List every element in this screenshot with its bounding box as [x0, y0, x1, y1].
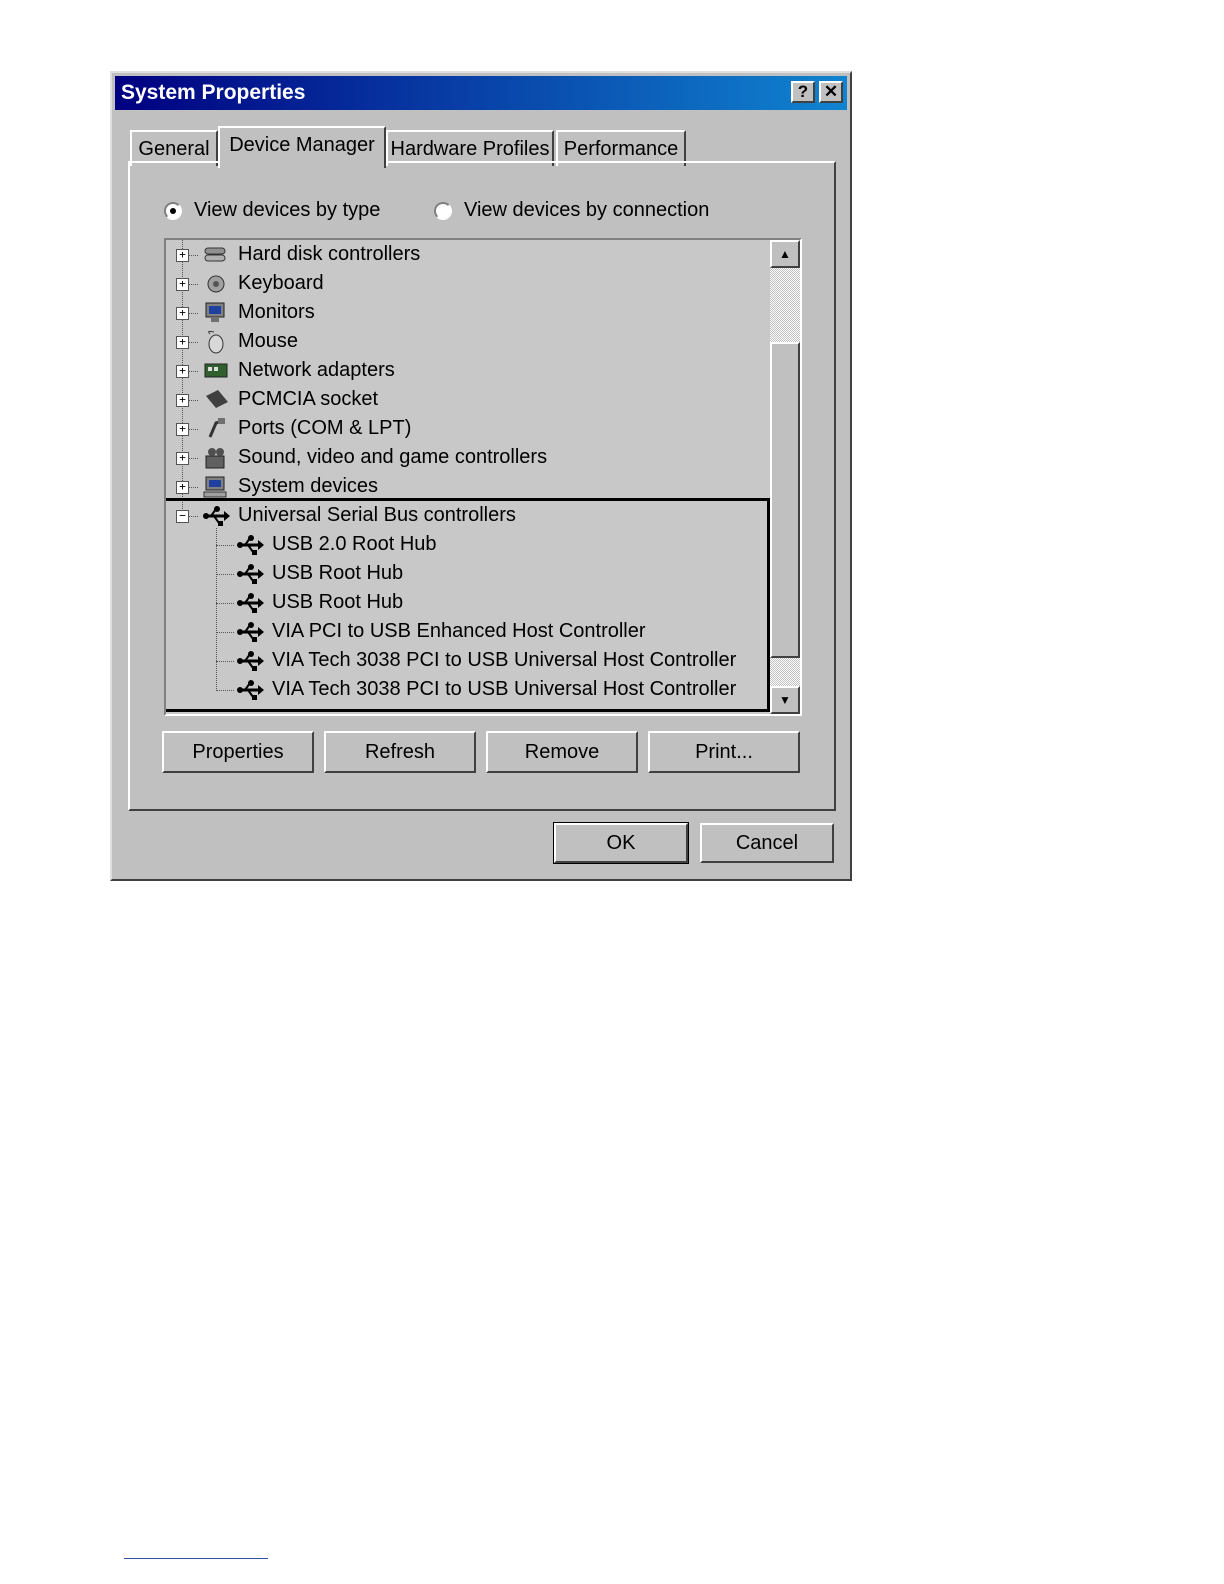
expand-icon[interactable]: +: [176, 481, 189, 494]
close-icon: ✕: [823, 82, 839, 101]
arrow-up-icon: ▲: [779, 247, 791, 261]
vertical-scrollbar[interactable]: ▲ ▼: [770, 240, 800, 714]
tab-general-label: General: [138, 138, 210, 160]
expand-icon[interactable]: +: [176, 365, 189, 378]
expand-icon[interactable]: +: [176, 394, 189, 407]
system-devices-icon: [202, 475, 230, 499]
remove-button[interactable]: Remove: [486, 731, 638, 773]
footer-rule: [124, 1558, 268, 1559]
tree-item-system-devices[interactable]: System devices: [238, 475, 378, 498]
tree-item-keyboard[interactable]: Keyboard: [238, 272, 324, 295]
tree-item-sound-video-and-game-controllers[interactable]: Sound, video and game controllers: [238, 446, 547, 469]
expand-icon[interactable]: +: [176, 307, 189, 320]
port-icon: [202, 417, 230, 441]
hard-disk-controller-icon: [202, 243, 230, 267]
print-button[interactable]: Print...: [648, 731, 800, 773]
ok-button[interactable]: OK: [553, 822, 689, 864]
title-bar: System Properties ? ✕: [115, 76, 847, 110]
tab-device-manager-label: Device Manager: [229, 134, 375, 156]
tree-item-pcmcia-socket[interactable]: PCMCIA socket: [238, 388, 378, 411]
monitor-icon: [202, 301, 230, 325]
expand-icon[interactable]: +: [176, 452, 189, 465]
tree-item-ports-com-lpt[interactable]: Ports (COM & LPT): [238, 417, 411, 440]
properties-button[interactable]: Properties: [162, 731, 314, 773]
tab-performance-label: Performance: [563, 138, 679, 160]
scroll-up-button[interactable]: ▲: [770, 240, 800, 268]
scroll-down-button[interactable]: ▼: [770, 686, 800, 714]
tree-item-hard-disk-controllers[interactable]: Hard disk controllers: [238, 243, 420, 266]
sound-icon: [202, 446, 230, 470]
tree-item-mouse[interactable]: Mouse: [238, 330, 298, 353]
expand-icon[interactable]: +: [176, 278, 189, 291]
tab-device-manager[interactable]: Device Manager: [218, 126, 386, 168]
keyboard-icon: [202, 272, 230, 296]
tree-item-monitors[interactable]: Monitors: [238, 301, 315, 324]
usb-highlight-box: [166, 498, 770, 712]
view-by-connection-label: View devices by connection: [464, 199, 710, 221]
window-title: System Properties: [121, 81, 306, 104]
expand-icon[interactable]: +: [176, 249, 189, 262]
expand-icon[interactable]: +: [176, 423, 189, 436]
arrow-down-icon: ▼: [779, 693, 791, 707]
pcmcia-socket-icon: [202, 388, 230, 412]
refresh-button[interactable]: Refresh: [324, 731, 476, 773]
help-icon: ?: [797, 82, 809, 101]
radio-selected-icon: [164, 202, 182, 220]
view-by-type-label: View devices by type: [194, 199, 381, 221]
mouse-icon: [202, 330, 230, 354]
tab-hardware-profiles-label: Hardware Profiles: [390, 138, 550, 160]
network-adapter-icon: [202, 359, 230, 383]
cancel-button[interactable]: Cancel: [700, 823, 834, 863]
device-tree[interactable]: + Hard disk controllers + Keyboard + Monitors…: [164, 238, 802, 716]
system-properties-window: System Properties ? ✕ General Device Man…: [110, 71, 852, 881]
radio-unselected-icon: [434, 202, 452, 220]
tree-item-network-adapters[interactable]: Network adapters: [238, 359, 395, 382]
expand-icon[interactable]: +: [176, 336, 189, 349]
help-button[interactable]: ?: [791, 81, 815, 103]
close-button[interactable]: ✕: [819, 81, 843, 103]
scroll-thumb[interactable]: [770, 342, 800, 658]
device-manager-panel: View devices by type View devices by con…: [128, 161, 836, 811]
